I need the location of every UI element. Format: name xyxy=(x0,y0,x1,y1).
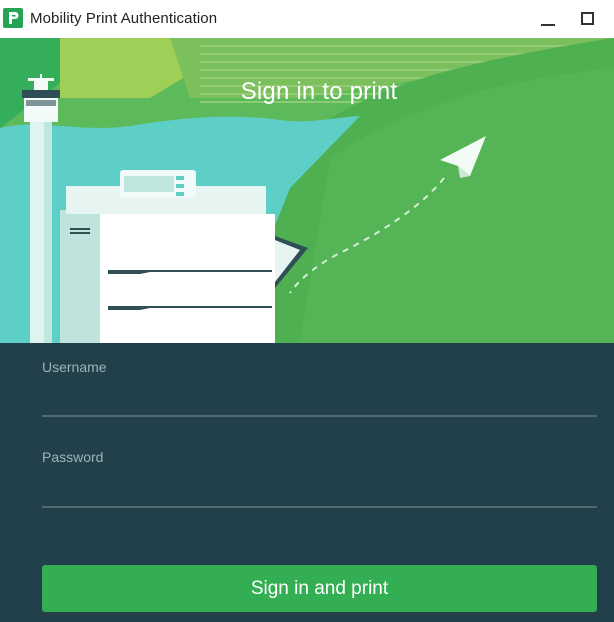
minimize-button[interactable] xyxy=(533,6,563,32)
password-input[interactable] xyxy=(42,478,597,508)
maximize-button[interactable] xyxy=(573,6,603,32)
sign-in-and-print-button[interactable]: Sign in and print xyxy=(42,565,597,612)
password-label: Password xyxy=(42,449,104,465)
username-label: Username xyxy=(42,359,107,375)
username-input[interactable] xyxy=(42,387,597,417)
minimize-icon xyxy=(541,24,555,26)
login-form: Username Password Sign in and print xyxy=(0,343,614,622)
window-title: Mobility Print Authentication xyxy=(30,10,218,27)
hero-illustration: Sign in to print xyxy=(0,38,614,343)
papercut-logo-icon xyxy=(3,8,23,28)
maximize-icon xyxy=(581,12,594,25)
hero-heading: Sign in to print xyxy=(240,78,398,105)
title-bar: Mobility Print Authentication xyxy=(0,0,614,38)
